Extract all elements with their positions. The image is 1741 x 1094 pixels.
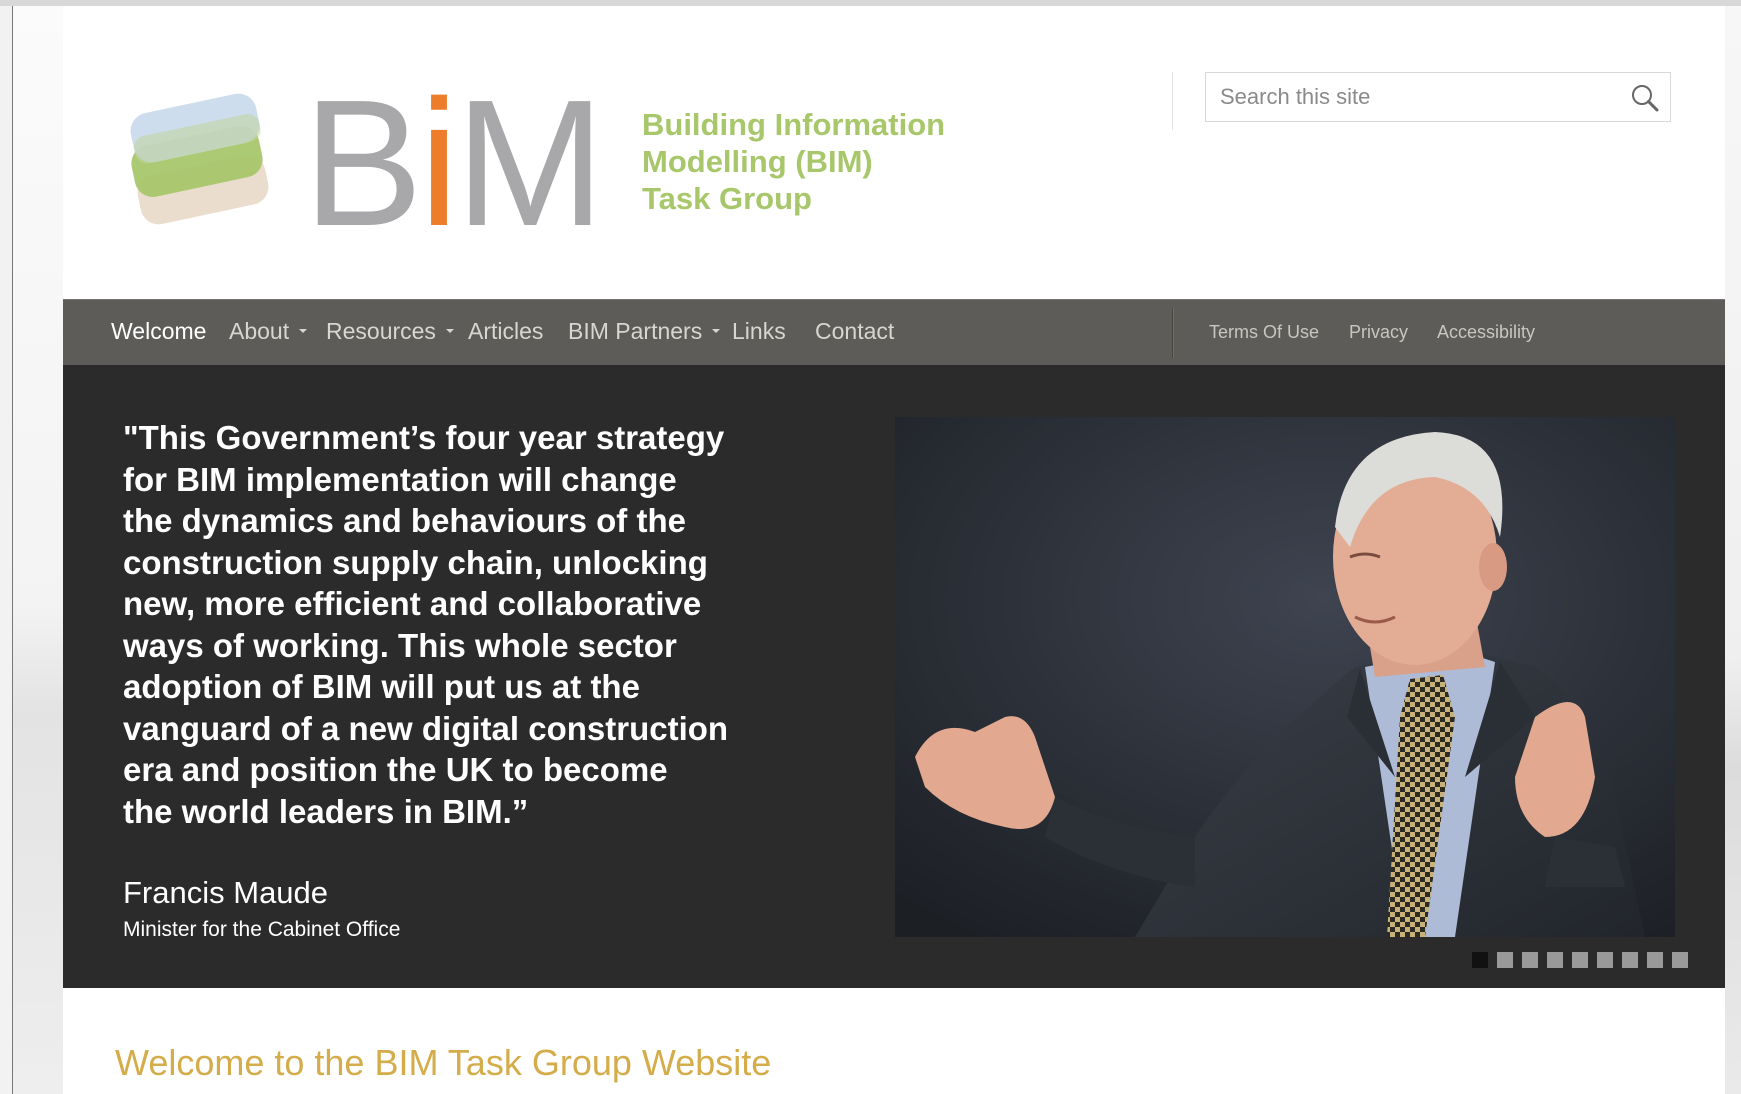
slider-dot[interactable] <box>1672 952 1688 968</box>
quote-line: vanguard of a new digital construction <box>123 709 729 747</box>
nav-item-label: Welcome <box>111 318 207 344</box>
util-link-terms[interactable]: Terms Of Use <box>1209 322 1319 343</box>
quote-author: Francis Maude <box>123 875 329 910</box>
logo-letter-i: i <box>419 63 459 264</box>
slider-dot[interactable] <box>1597 952 1613 968</box>
quote-line: ways of working. This whole sector <box>123 626 677 664</box>
quote-line: construction supply chain, unlocking <box>123 543 708 581</box>
quote-line: for BIM implementation will change <box>123 460 677 498</box>
quote-author-role: Minister for the Cabinet Office <box>123 918 401 941</box>
nav-item-contact[interactable]: Contact <box>815 318 894 345</box>
page-background-right <box>1725 6 1741 1094</box>
logo-letter-m: M <box>455 63 605 264</box>
logo-letters-b: B <box>303 63 423 264</box>
quote-line: the world leaders in BIM.” <box>123 792 529 830</box>
slider-dot[interactable] <box>1522 952 1538 968</box>
chevron-down-icon <box>299 328 308 333</box>
nav-item-label: Links <box>732 318 786 344</box>
quote-line: adoption of BIM will put us at the <box>123 668 640 705</box>
main-nav: Welcome About Resources Articles BIM Par… <box>63 299 1725 365</box>
tagline-line: Building Information <box>642 107 946 142</box>
chevron-down-icon <box>712 328 721 333</box>
page-background-left <box>13 6 63 1094</box>
quote-line: the dynamics and behaviours of the <box>123 502 686 539</box>
nav-divider <box>1172 308 1174 358</box>
nav-item-label: Contact <box>815 318 895 344</box>
nav-item-articles[interactable]: Articles <box>468 318 543 345</box>
header-divider <box>1172 72 1173 130</box>
hero-quote: "This Government’s four year strategy fo… <box>123 417 783 832</box>
nav-item-resources[interactable]: Resources <box>326 318 454 345</box>
hero-slider: "This Government’s four year strategy fo… <box>63 365 1725 988</box>
slider-dot[interactable] <box>1647 952 1663 968</box>
tagline-line: Task Group <box>642 181 812 216</box>
tagline-line: Modelling (BIM) <box>642 144 873 179</box>
chevron-down-icon <box>445 328 454 333</box>
slider-dot[interactable] <box>1497 952 1513 968</box>
search-icon[interactable] <box>1630 83 1660 113</box>
util-link-privacy[interactable]: Privacy <box>1349 322 1408 343</box>
window-left-border <box>0 6 13 1094</box>
quote-line: "This Government’s four year strategy <box>123 419 725 456</box>
slider-dot[interactable] <box>1472 952 1488 968</box>
slider-dot[interactable] <box>1572 952 1588 968</box>
slider-dot[interactable] <box>1547 952 1563 968</box>
quote-line: new, more efficient and collaborative <box>123 585 702 622</box>
slider-dot[interactable] <box>1622 952 1638 968</box>
site-tagline: Building Information Modelling (BIM) Tas… <box>642 106 1002 217</box>
nav-item-label: About <box>229 318 290 344</box>
search-input[interactable] <box>1206 73 1606 121</box>
page-title: Welcome to the BIM Task Group Website <box>115 1042 772 1083</box>
page-container: BiM Building Information Modelling (BIM)… <box>63 6 1725 1094</box>
bim-layers-logo-icon[interactable] <box>123 76 283 236</box>
quote-line: era and position the UK to become <box>123 751 668 788</box>
bim-logo-wordmark[interactable]: BiM <box>303 63 605 264</box>
nav-item-label: Resources <box>326 318 436 344</box>
search-box <box>1205 72 1671 122</box>
nav-item-label: Articles <box>468 318 544 344</box>
nav-item-welcome[interactable]: Welcome <box>111 318 206 345</box>
nav-item-links[interactable]: Links <box>732 318 786 345</box>
nav-item-label: BIM Partners <box>568 318 703 344</box>
nav-item-about[interactable]: About <box>229 318 308 345</box>
nav-item-bim-partners[interactable]: BIM Partners <box>568 318 721 345</box>
util-link-accessibility[interactable]: Accessibility <box>1437 322 1535 343</box>
speaker-photo <box>895 417 1675 937</box>
